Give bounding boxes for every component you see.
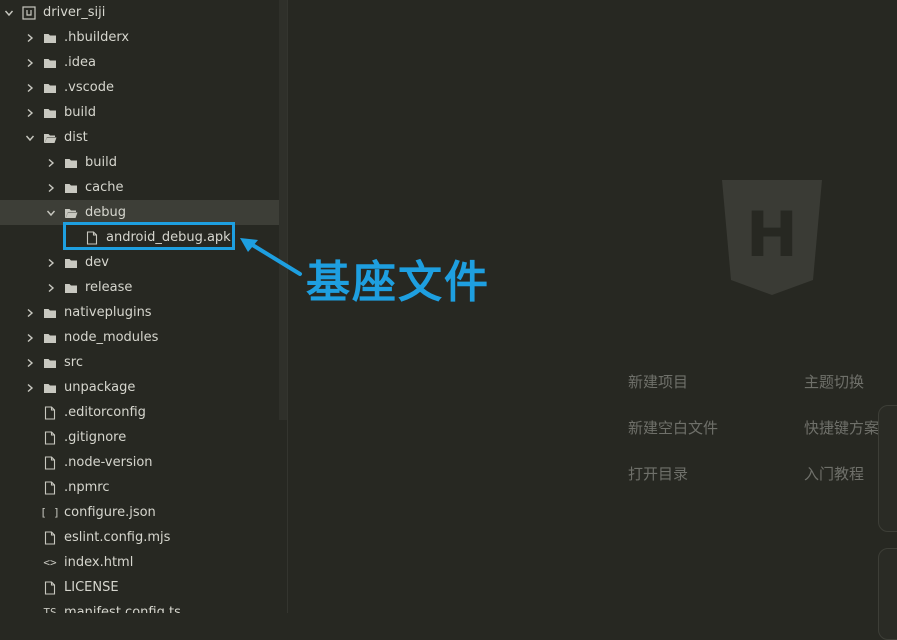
folder-open-icon <box>43 131 57 145</box>
chevron-right-icon[interactable] <box>25 108 35 118</box>
chevron-down-icon[interactable] <box>4 8 14 18</box>
tree-item-label: release <box>85 280 133 295</box>
tree-item-label: cache <box>85 180 124 195</box>
tree-folder-row[interactable]: unpackage <box>0 375 279 400</box>
sidebar-scrollbar[interactable] <box>279 0 287 420</box>
folder-icon <box>43 106 57 120</box>
file-icon <box>43 480 57 495</box>
typescript-file-icon: TS <box>43 606 57 613</box>
tree-file-row[interactable]: [ ] configure.json <box>0 500 279 525</box>
file-icon <box>43 455 57 470</box>
chevron-right-icon[interactable] <box>46 158 56 168</box>
chevron-down-icon[interactable] <box>46 208 56 218</box>
annotation-arrow <box>240 238 302 276</box>
tree-item-label: eslint.config.mjs <box>64 530 171 545</box>
file-icon <box>43 580 57 595</box>
tree-item-label: nativeplugins <box>64 305 152 320</box>
chevron-right-icon[interactable] <box>25 83 35 93</box>
tree-item-label: configure.json <box>64 505 156 520</box>
tree-item-label: build <box>85 155 117 170</box>
folder-icon <box>43 306 57 320</box>
tree-item-label: build <box>64 105 96 120</box>
tree-item-label: .gitignore <box>64 430 127 445</box>
file-icon <box>43 430 57 445</box>
tree-folder-row[interactable]: .vscode <box>0 75 279 100</box>
hbuilder-logo-icon: H <box>722 180 822 295</box>
folder-icon <box>64 281 78 295</box>
getting-started-link[interactable]: 入门教程 <box>804 463 864 484</box>
open-directory-link[interactable]: 打开目录 <box>628 463 688 484</box>
folder-open-icon <box>64 206 78 220</box>
tree-folder-row[interactable]: build <box>0 100 279 125</box>
folder-icon <box>43 81 57 95</box>
tree-item-label: src <box>64 355 83 370</box>
tree-folder-row[interactable]: node_modules <box>0 325 279 350</box>
chevron-right-icon[interactable] <box>25 383 35 393</box>
tree-folder-row[interactable]: cache <box>0 175 279 200</box>
chevron-right-icon[interactable] <box>25 333 35 343</box>
folder-icon <box>43 331 57 345</box>
logo-letter: H <box>746 198 798 271</box>
tree-item-label: dist <box>64 130 88 145</box>
tree-item-label: .hbuilderx <box>64 30 130 45</box>
chevron-down-icon[interactable] <box>25 133 35 143</box>
tree-item-label: manifest.config.ts <box>64 605 181 613</box>
chevron-right-icon[interactable] <box>25 33 35 43</box>
theme-switch-link[interactable]: 主题切换 <box>804 371 864 392</box>
tree-file-row[interactable]: TS manifest.config.ts <box>0 600 279 613</box>
explorer-root[interactable]: driver_siji <box>0 0 279 25</box>
json-file-icon: [ ] <box>40 506 60 519</box>
tree-file-row[interactable]: .editorconfig <box>0 400 279 425</box>
tree-folder-row[interactable]: src <box>0 350 279 375</box>
chevron-right-icon[interactable] <box>25 358 35 368</box>
chevron-right-icon[interactable] <box>46 258 56 268</box>
keymap-scheme-link[interactable]: 快捷键方案 <box>804 417 879 438</box>
folder-icon <box>43 381 57 395</box>
panel-divider[interactable] <box>287 0 288 613</box>
chevron-right-icon[interactable] <box>46 183 56 193</box>
folder-icon <box>43 356 57 370</box>
tree-folder-row[interactable]: dist <box>0 125 279 150</box>
tree-item-label: dev <box>85 255 109 270</box>
side-panel-tab[interactable] <box>878 405 897 532</box>
tree-item-label: unpackage <box>64 380 136 395</box>
tree-folder-row[interactable]: build <box>0 150 279 175</box>
tree-folder-row[interactable]: nativeplugins <box>0 300 279 325</box>
tree-item-label: .npmrc <box>64 480 110 495</box>
tree-item-label: LICENSE <box>64 580 119 595</box>
tree-item-label: node_modules <box>64 330 159 345</box>
side-panel-tab[interactable] <box>878 548 897 640</box>
annotation-label: 基座文件 <box>306 257 490 308</box>
tree-item-label: .idea <box>64 55 96 70</box>
folder-icon <box>43 56 57 70</box>
chevron-right-icon[interactable] <box>25 58 35 68</box>
folder-icon <box>64 256 78 270</box>
new-project-link[interactable]: 新建项目 <box>628 371 688 392</box>
tree-folder-row[interactable]: .idea <box>0 50 279 75</box>
file-icon <box>43 530 57 545</box>
tree-folder-row[interactable]: .hbuilderx <box>0 25 279 50</box>
tree-item-label: .vscode <box>64 80 114 95</box>
html-file-icon: <> <box>43 556 57 569</box>
folder-icon <box>64 181 78 195</box>
new-blank-file-link[interactable]: 新建空白文件 <box>628 417 718 438</box>
tree-item-label: .node-version <box>64 455 153 470</box>
tree-file-row[interactable]: .gitignore <box>0 425 279 450</box>
chevron-right-icon[interactable] <box>25 308 35 318</box>
explorer-root-label: driver_siji <box>43 5 106 20</box>
folder-icon <box>64 156 78 170</box>
tree-file-row[interactable]: <> index.html <box>0 550 279 575</box>
file-explorer: driver_siji .hbuilderx .idea .vscode build d… <box>0 0 279 613</box>
tree-item-label: .editorconfig <box>64 405 146 420</box>
tree-file-row[interactable]: LICENSE <box>0 575 279 600</box>
tree-file-row[interactable]: .npmrc <box>0 475 279 500</box>
tree-file-row[interactable]: eslint.config.mjs <box>0 525 279 550</box>
file-icon <box>43 405 57 420</box>
tree-file-row[interactable]: .node-version <box>0 450 279 475</box>
folder-icon <box>43 31 57 45</box>
tree-item-label: index.html <box>64 555 134 570</box>
annotation-highlight-box <box>63 222 235 250</box>
project-icon <box>22 5 36 20</box>
chevron-right-icon[interactable] <box>46 283 56 293</box>
